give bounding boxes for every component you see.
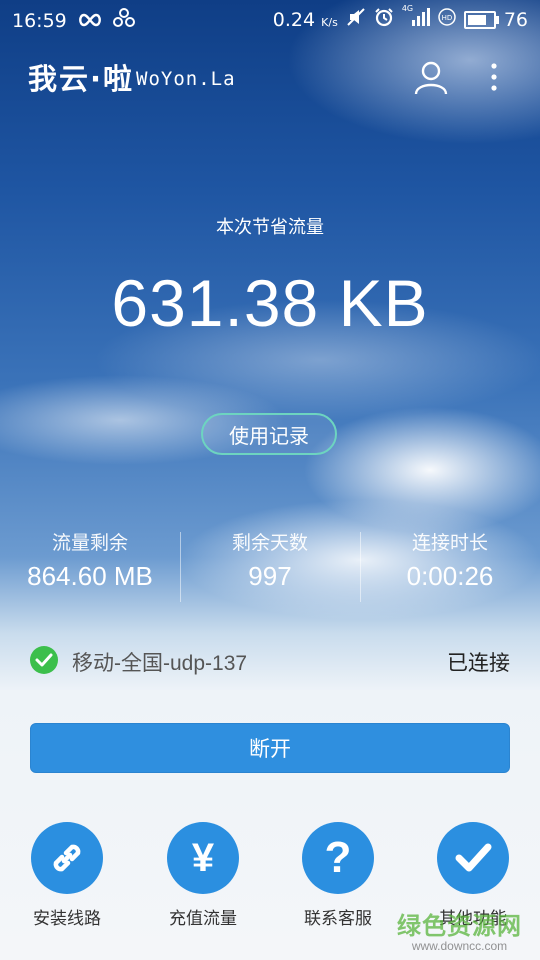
logo-english: WoYon.La xyxy=(136,68,236,90)
stat-label: 剩余天数 xyxy=(231,532,308,554)
usage-record-button[interactable]: 使用记录 xyxy=(201,413,337,455)
link-icon xyxy=(31,822,103,894)
more-options-button[interactable] xyxy=(482,58,506,96)
hd-icon: HD xyxy=(438,8,456,31)
stat-value: 997 xyxy=(248,561,292,591)
battery-percent: 76 xyxy=(503,8,528,31)
server-name: 移动-全国-udp-137 xyxy=(72,652,248,675)
stat-remaining-days: 剩余天数 997 xyxy=(180,528,360,608)
more-vertical-icon xyxy=(491,63,497,91)
stats-row: 流量剩余 864.60 MB 剩余天数 997 连接时长 0:00:26 xyxy=(0,528,540,608)
server-row[interactable]: 移动-全国-udp-137 已连接 xyxy=(0,636,540,684)
alarm-icon xyxy=(374,7,394,32)
stat-label: 连接时长 xyxy=(411,532,488,554)
stat-value: 864.60 MB xyxy=(27,561,153,591)
saved-traffic-value: 631.38 KB xyxy=(111,266,429,340)
menu-contact-support[interactable]: ? 联系客服 xyxy=(283,822,393,929)
checkmark-icon xyxy=(437,822,509,894)
question-icon: ? xyxy=(302,822,374,894)
menu-label: 充值流量 xyxy=(169,909,237,929)
watermark-title: 绿色资源网 xyxy=(397,912,522,940)
status-bar: 16:59 0.24 K/s 4G HD 76 xyxy=(0,0,540,38)
infinity-icon xyxy=(77,10,103,32)
stat-value: 0:00:26 xyxy=(406,561,494,591)
clover-icon xyxy=(112,7,135,34)
user-icon xyxy=(414,61,448,95)
net-speed: 0.24 K/s xyxy=(272,8,338,31)
app-screen: 16:59 0.24 K/s 4G HD 76 我云·啦 WoYon.La 本次… xyxy=(0,0,540,960)
menu-label: 联系客服 xyxy=(304,909,372,929)
svg-text:HD: HD xyxy=(441,14,452,22)
stat-remaining-traffic: 流量剩余 864.60 MB xyxy=(0,528,180,608)
logo-chinese: 我云·啦 xyxy=(28,62,135,96)
mute-icon xyxy=(346,7,366,32)
menu-recharge-traffic[interactable]: ¥ 充值流量 xyxy=(148,822,258,929)
connection-status: 已连接 xyxy=(447,651,510,675)
saved-traffic-label: 本次节省流量 xyxy=(216,217,324,238)
connected-check-icon xyxy=(30,646,58,674)
watermark: 绿色资源网 www.downcc.com xyxy=(397,906,522,953)
stat-connection-duration: 连接时长 0:00:26 xyxy=(360,528,540,608)
disconnect-button[interactable]: 断开 xyxy=(30,723,510,773)
yen-icon: ¥ xyxy=(167,822,239,894)
menu-install-route[interactable]: 安装线路 xyxy=(12,822,122,929)
stat-label: 流量剩余 xyxy=(51,532,128,554)
signal-icon: 4G xyxy=(402,4,430,31)
menu-label: 安装线路 xyxy=(33,909,101,929)
status-time: 16:59 xyxy=(12,9,67,32)
app-bar: 我云·啦 WoYon.La xyxy=(0,50,540,104)
user-profile-button[interactable] xyxy=(412,58,450,96)
battery-icon xyxy=(463,10,499,29)
watermark-url: www.downcc.com xyxy=(411,939,508,953)
